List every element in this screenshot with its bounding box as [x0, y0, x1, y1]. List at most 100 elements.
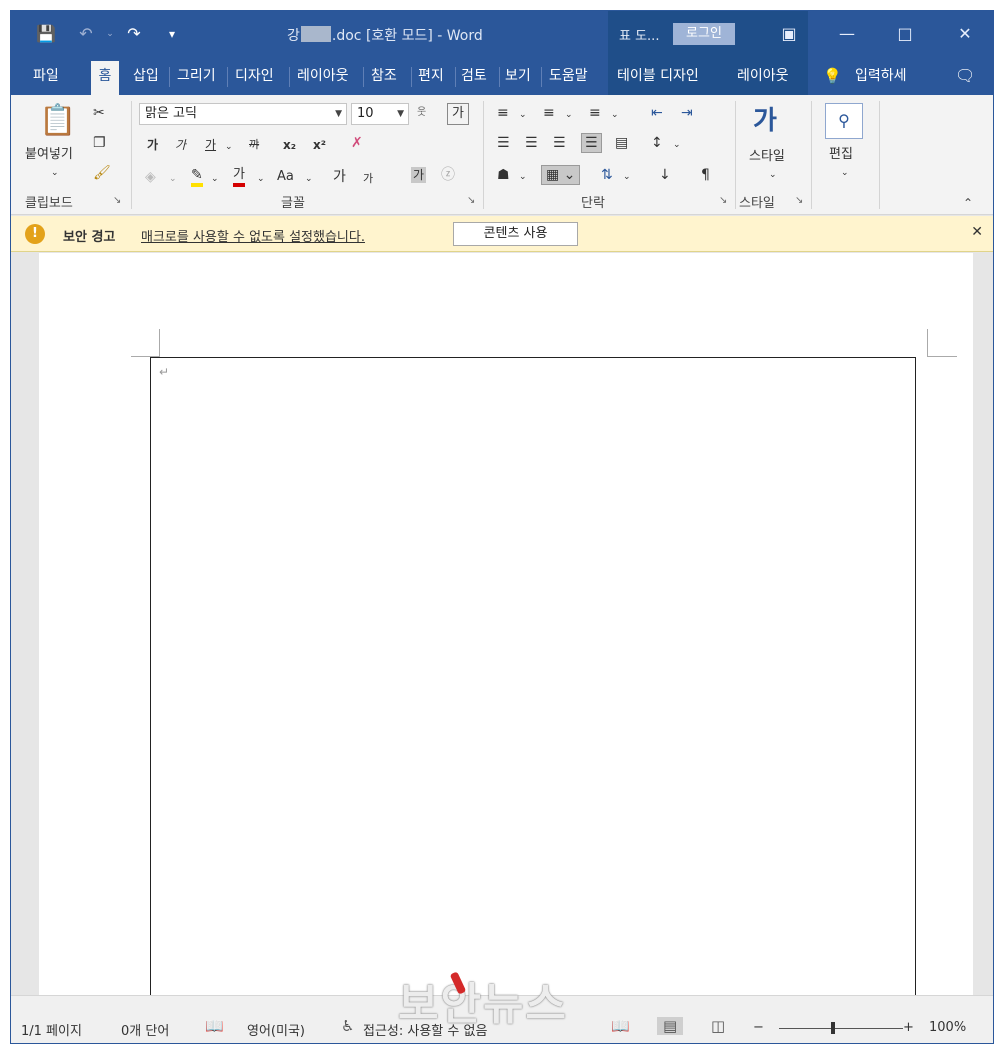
- paste-icon[interactable]: 📋: [39, 105, 76, 137]
- language-indicator[interactable]: 영어(미국): [247, 1020, 305, 1039]
- chevron-down-icon[interactable]: ⌄: [519, 169, 527, 185]
- show-marks-icon[interactable]: ¶: [701, 167, 710, 183]
- close-icon[interactable]: ✕: [947, 21, 983, 47]
- numbering-icon[interactable]: ≡: [543, 105, 555, 121]
- document-table[interactable]: [150, 357, 916, 1007]
- tab-table-design[interactable]: 테이블 디자인: [613, 57, 703, 95]
- undo-dropdown-icon[interactable]: ⌄: [97, 21, 123, 47]
- cut-icon[interactable]: ✂: [93, 105, 105, 121]
- chevron-down-icon[interactable]: ⌄: [257, 171, 265, 187]
- tab-mailings[interactable]: 편지: [414, 57, 448, 95]
- tab-help[interactable]: 도움말: [545, 57, 592, 95]
- paste-label[interactable]: 붙여넣기: [25, 147, 73, 163]
- zoom-slider-thumb[interactable]: [831, 1022, 835, 1034]
- justify-icon[interactable]: ☰: [581, 133, 602, 153]
- highlight-color-icon[interactable]: ✎: [191, 167, 203, 187]
- accessibility-icon[interactable]: ♿: [341, 1017, 354, 1035]
- character-border-icon[interactable]: 가: [447, 103, 469, 125]
- word-count[interactable]: 0개 단어: [121, 1020, 169, 1039]
- styles-gallery-icon[interactable]: 가: [753, 107, 777, 135]
- align-right-icon[interactable]: ☰: [553, 135, 566, 151]
- sort-az-icon[interactable]: ↓: [659, 167, 671, 183]
- styles-launcher-icon[interactable]: ↘: [795, 195, 803, 206]
- chevron-down-icon[interactable]: ⌄: [623, 169, 631, 185]
- shrink-font-button[interactable]: 가: [363, 171, 373, 187]
- web-layout-icon[interactable]: ◫: [711, 1017, 725, 1035]
- borders-icon[interactable]: ▦ ⌄: [541, 165, 581, 185]
- shading-icon[interactable]: ☗: [497, 167, 510, 183]
- paragraph-launcher-icon[interactable]: ↘: [719, 195, 727, 206]
- change-case-button[interactable]: Aa: [277, 169, 294, 185]
- font-name-select[interactable]: 맑은 고딕 ▼: [139, 103, 347, 125]
- tab-table-layout[interactable]: 레이아웃: [733, 57, 793, 95]
- chevron-down-icon[interactable]: ⌄: [769, 167, 777, 183]
- tab-home[interactable]: 홈: [91, 61, 119, 95]
- page-count[interactable]: 1/1 페이지: [21, 1020, 82, 1039]
- maximize-icon[interactable]: □: [887, 21, 923, 47]
- subscript-button[interactable]: x₂: [283, 137, 296, 153]
- document-page[interactable]: ↵: [39, 253, 973, 1007]
- tab-file[interactable]: 파일: [29, 57, 63, 95]
- chevron-down-icon[interactable]: ⌄: [841, 165, 849, 181]
- clipboard-launcher-icon[interactable]: ↘: [113, 195, 121, 206]
- character-shading-icon[interactable]: 가: [411, 167, 427, 183]
- text-effects-icon[interactable]: ◈: [145, 169, 156, 185]
- sort-icon[interactable]: ⇅: [601, 167, 613, 183]
- increase-indent-icon[interactable]: ⇥: [681, 105, 693, 121]
- enclose-characters-icon[interactable]: ⓩ: [441, 167, 455, 183]
- search-icon[interactable]: ⚲: [825, 103, 863, 139]
- comments-icon[interactable]: 🗨: [951, 57, 979, 95]
- align-center-icon[interactable]: ☰: [525, 135, 538, 151]
- redo-icon[interactable]: ↷: [121, 21, 147, 47]
- line-spacing-icon[interactable]: ↕: [651, 135, 663, 151]
- tab-layout[interactable]: 레이아웃: [293, 57, 353, 95]
- login-button[interactable]: 로그인: [673, 23, 735, 45]
- font-color-icon[interactable]: 가: [233, 167, 245, 187]
- decrease-indent-icon[interactable]: ⇤: [651, 105, 663, 121]
- strikethrough-button[interactable]: 꺄: [249, 137, 259, 153]
- underline-button[interactable]: 가: [205, 137, 216, 153]
- chevron-down-icon[interactable]: ⌄: [211, 171, 219, 187]
- chevron-down-icon[interactable]: ⌄: [673, 137, 681, 153]
- italic-button[interactable]: 가: [175, 137, 186, 153]
- read-mode-icon[interactable]: 📖: [611, 1017, 630, 1035]
- zoom-slider-track[interactable]: [779, 1028, 903, 1029]
- chevron-down-icon[interactable]: ⌄: [519, 107, 527, 123]
- collapse-ribbon-icon[interactable]: ⌃: [963, 195, 973, 211]
- bold-button[interactable]: 가: [147, 137, 158, 153]
- paste-dropdown-icon[interactable]: ⌄: [51, 165, 59, 181]
- chevron-down-icon[interactable]: ⌄: [305, 171, 313, 187]
- editing-button[interactable]: 편집: [829, 147, 853, 163]
- superscript-button[interactable]: x²: [313, 137, 326, 153]
- undo-icon[interactable]: ↶: [73, 21, 99, 47]
- print-layout-icon[interactable]: ▤: [657, 1017, 684, 1035]
- distributed-icon[interactable]: ▤: [615, 135, 628, 151]
- tab-view[interactable]: 보기: [501, 57, 535, 95]
- chevron-down-icon[interactable]: ⌄: [611, 107, 619, 123]
- styles-button[interactable]: 스타일: [749, 149, 785, 165]
- tab-references[interactable]: 참조: [367, 57, 401, 95]
- grow-font-button[interactable]: 가: [333, 169, 346, 185]
- customize-toolbar-icon[interactable]: ▾: [159, 21, 185, 47]
- format-painter-icon[interactable]: 🖌: [93, 165, 111, 181]
- multilevel-list-icon[interactable]: ≡: [589, 105, 601, 121]
- zoom-in-button[interactable]: +: [903, 1020, 914, 1035]
- save-icon[interactable]: 💾: [33, 21, 59, 47]
- phonetic-guide-icon[interactable]: 웃: [417, 105, 426, 121]
- tab-draw[interactable]: 그리기: [173, 57, 220, 95]
- macro-disabled-link[interactable]: 매크로를 사용할 수 없도록 설정했습니다.: [141, 226, 365, 245]
- tab-review[interactable]: 검토: [457, 57, 491, 95]
- chevron-down-icon[interactable]: ⌄: [225, 139, 233, 155]
- zoom-out-button[interactable]: −: [753, 1020, 764, 1035]
- chevron-down-icon[interactable]: ⌄: [565, 107, 573, 123]
- close-icon[interactable]: ✕: [971, 224, 983, 240]
- proofing-icon[interactable]: 📖: [205, 1017, 224, 1035]
- tab-insert[interactable]: 삽입: [129, 57, 163, 95]
- bullets-icon[interactable]: ≡: [497, 105, 509, 121]
- align-left-icon[interactable]: ☰: [497, 135, 510, 151]
- tell-me-search[interactable]: 입력하세: [851, 57, 911, 95]
- enable-content-button[interactable]: 콘텐츠 사용: [453, 222, 578, 246]
- zoom-level[interactable]: 100%: [929, 1020, 966, 1035]
- chevron-down-icon[interactable]: ⌄: [169, 171, 177, 187]
- ribbon-display-options-icon[interactable]: ▣: [771, 21, 807, 47]
